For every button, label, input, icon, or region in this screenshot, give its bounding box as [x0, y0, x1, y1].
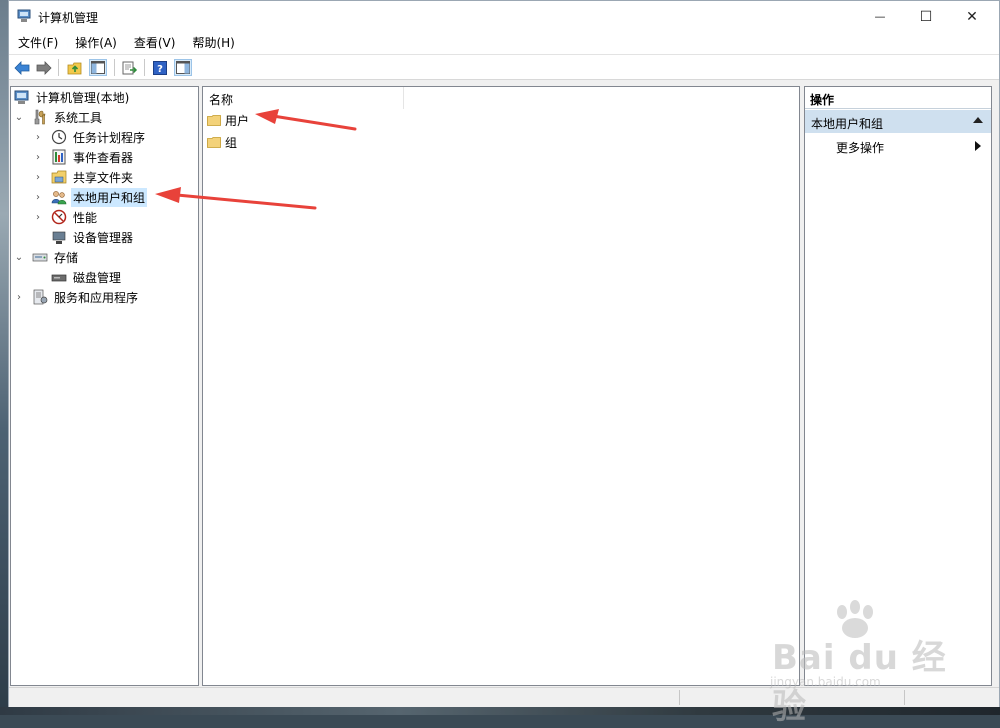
- storage-icon: [32, 253, 48, 262]
- tree-item-task-scheduler[interactable]: › 任务计划程序: [33, 127, 147, 147]
- folder-icon: [207, 136, 221, 148]
- services-icon: [33, 289, 48, 305]
- column-header-name[interactable]: 名称: [203, 87, 404, 109]
- actions-header: 操作: [805, 87, 991, 109]
- window-title: 计算机管理: [38, 11, 99, 25]
- chevron-right-icon[interactable]: ›: [33, 207, 43, 227]
- close-button[interactable]: ✕: [949, 1, 995, 32]
- computer-management-icon: [17, 9, 31, 22]
- toolbar-separator: [114, 59, 115, 76]
- menu-help[interactable]: 帮助(H): [183, 32, 242, 54]
- up-folder-button[interactable]: [66, 59, 84, 76]
- computer-management-icon: [14, 90, 29, 104]
- content-list[interactable]: 名称 用户 组: [202, 86, 800, 686]
- watermark-url: jingyan.baidu.com: [770, 675, 881, 689]
- more-actions-label: 更多操作: [836, 141, 885, 155]
- actions-pane: 操作 本地用户和组 更多操作: [804, 86, 992, 686]
- toolbar-separator: [144, 59, 145, 76]
- chevron-down-icon[interactable]: ⌄: [14, 107, 24, 127]
- clock-icon: [51, 129, 67, 145]
- tree-item-storage[interactable]: ⌄ 存储: [14, 247, 80, 267]
- tree-label: 共享文件夹: [73, 170, 134, 185]
- forward-icon: [36, 60, 52, 75]
- actions-section-local-users-groups[interactable]: 本地用户和组: [805, 110, 991, 133]
- tree-label: 性能: [73, 210, 98, 225]
- folder-icon: [207, 114, 221, 126]
- tree-label: 存储: [54, 250, 79, 265]
- chevron-right-icon[interactable]: ›: [14, 287, 24, 307]
- minimize-button[interactable]: —: [857, 1, 903, 32]
- maximize-icon: ☐: [919, 8, 933, 25]
- toolbar: ?: [9, 54, 999, 80]
- close-icon: ✕: [966, 8, 978, 25]
- actions-title: 操作: [810, 93, 835, 107]
- submenu-arrow-icon: [975, 141, 981, 151]
- chevron-right-icon[interactable]: ›: [33, 167, 43, 187]
- tree-item-disk-management[interactable]: 磁盘管理: [33, 267, 123, 287]
- help-icon: ?: [153, 60, 167, 75]
- menu-bar: 文件(F) 操作(A) 查看(V) 帮助(H): [9, 32, 999, 54]
- column-header-label: 名称: [209, 93, 234, 107]
- tree-label: 磁盘管理: [73, 270, 122, 285]
- menu-action[interactable]: 操作(A): [66, 32, 125, 54]
- shared-folder-icon: [51, 170, 67, 184]
- title-bar[interactable]: 计算机管理 — ☐ ✕: [9, 1, 999, 32]
- chevron-right-icon[interactable]: ›: [33, 147, 43, 167]
- show-tree-button[interactable]: [89, 59, 107, 76]
- list-item-label: 组: [225, 135, 238, 150]
- actions-section-label: 本地用户和组: [811, 117, 884, 131]
- tree-item-performance[interactable]: › 性能: [33, 207, 99, 227]
- tree-label: 本地用户和组: [71, 187, 148, 207]
- toolbar-separator: [58, 59, 59, 76]
- tree-label: 任务计划程序: [73, 130, 146, 145]
- tree-item-device-manager[interactable]: 设备管理器: [33, 227, 135, 247]
- tree-label: 设备管理器: [73, 230, 134, 245]
- tree-item-system-tools[interactable]: ⌄ 系统工具: [14, 107, 104, 127]
- back-icon: [14, 60, 30, 75]
- svg-text:?: ?: [157, 64, 163, 75]
- disk-icon: [51, 274, 67, 282]
- baidu-jingyan-watermark: Bai du 经验 jingyan.baidu.com: [760, 600, 950, 727]
- tree-item-event-viewer[interactable]: › 事件查看器: [33, 147, 135, 167]
- export-list-button[interactable]: [121, 59, 139, 76]
- properties-icon: [176, 61, 190, 74]
- list-item-groups[interactable]: 组: [207, 132, 237, 152]
- help-button[interactable]: ?: [151, 59, 169, 76]
- tree-item-services-apps[interactable]: › 服务和应用程序: [14, 287, 140, 307]
- list-item-label: 用户: [225, 113, 250, 128]
- tools-icon: [34, 109, 46, 125]
- list-item-users[interactable]: 用户: [207, 110, 249, 130]
- show-action-pane-button[interactable]: [174, 59, 192, 76]
- export-icon: [122, 61, 138, 74]
- minimize-icon: —: [874, 10, 886, 23]
- status-divider: [679, 690, 680, 705]
- performance-icon: [51, 209, 67, 225]
- chevron-right-icon[interactable]: ›: [33, 127, 43, 147]
- event-viewer-icon: [52, 149, 66, 165]
- show-tree-icon: [91, 61, 105, 74]
- desktop-background: [0, 0, 8, 715]
- chevron-down-icon[interactable]: ⌄: [14, 247, 24, 267]
- tree-label: 服务和应用程序: [54, 290, 139, 305]
- tree-label: 事件查看器: [73, 150, 134, 165]
- up-folder-icon: [67, 62, 82, 74]
- tree-item-shared-folders[interactable]: › 共享文件夹: [33, 167, 135, 187]
- tree-label: 计算机管理(本地): [36, 90, 130, 105]
- tree-label: 系统工具: [54, 110, 103, 125]
- navigation-tree[interactable]: 计算机管理(本地) ⌄ 系统工具 › 任务计划程序 › 事件查看器 › 共享文件…: [10, 86, 199, 686]
- users-icon: [51, 191, 67, 205]
- device-manager-icon: [52, 231, 66, 244]
- menu-view[interactable]: 查看(V): [125, 32, 184, 54]
- collapse-arrow-icon[interactable]: [973, 117, 983, 123]
- more-actions-item[interactable]: 更多操作: [805, 135, 991, 157]
- back-button[interactable]: [13, 59, 31, 76]
- maximize-button[interactable]: ☐: [903, 1, 949, 32]
- tree-item-root[interactable]: 计算机管理(本地): [14, 87, 131, 107]
- chevron-right-icon[interactable]: ›: [33, 187, 43, 207]
- menu-file[interactable]: 文件(F): [9, 32, 66, 54]
- tree-item-local-users-groups[interactable]: › 本地用户和组: [33, 187, 148, 207]
- forward-button[interactable]: [35, 59, 53, 76]
